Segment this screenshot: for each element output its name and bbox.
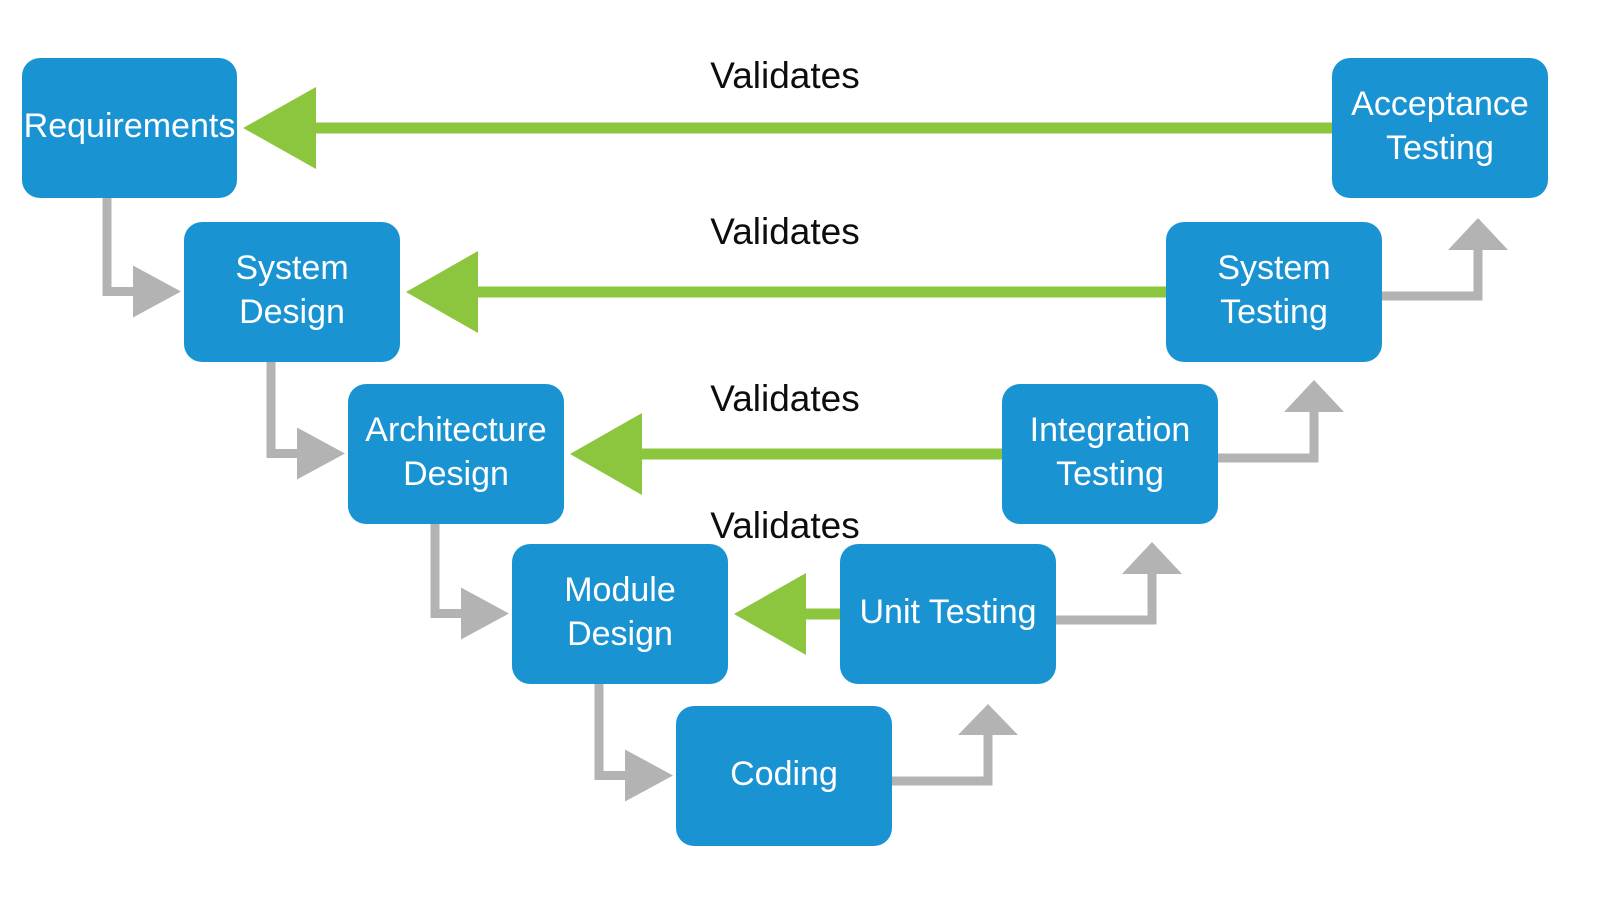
validates-label-validates-acceptance-requirements: Validates: [710, 55, 859, 96]
validates-acceptance-requirements-shaft: [316, 122, 1332, 134]
node-system-design[interactable]: System Design: [184, 222, 400, 362]
node-integration-testing[interactable]: Integration Testing: [1002, 384, 1218, 524]
ascend-unit-integration-vertical-segment: [1147, 574, 1157, 625]
node-label-integration-testing: Integration: [1030, 411, 1191, 449]
node-module-design[interactable]: Module Design: [512, 544, 728, 684]
ascend-unit-integration-horizontal-segment: [1056, 615, 1157, 625]
flow-requirements-system-design-horizontal-segment: [102, 287, 133, 296]
node-label-acceptance-testing: Acceptance: [1351, 85, 1529, 123]
validates-label-validates-unit-module: Validates: [710, 505, 859, 546]
flow-architecture-module-horizontal-segment: [430, 609, 461, 618]
node-label-system-testing: Testing: [1220, 293, 1328, 331]
ascend-integration-system-testing-horizontal-segment: [1218, 453, 1319, 463]
flow-system-design-architecture-horizontal-segment: [266, 449, 297, 458]
validates-unit-module-shaft: [806, 608, 840, 620]
node-label-coding: Coding: [730, 755, 838, 793]
flow-architecture-module-vertical-segment: [430, 524, 440, 618]
v-model-diagram-canvas: Requirements System Design Architecture Desi…: [0, 0, 1600, 901]
validates-label-validates-system-testing-system-design: Validates: [710, 211, 859, 252]
node-label-module-design: Module: [564, 571, 676, 609]
flow-requirements-system-design-vertical-segment: [102, 198, 112, 296]
validates-system-testing-system-design-shaft: [478, 286, 1166, 298]
flow-module-coding-vertical-segment: [594, 684, 604, 780]
ascend-system-testing-acceptance-horizontal-segment: [1382, 291, 1483, 301]
node-acceptance-testing[interactable]: Acceptance Testing: [1332, 58, 1548, 198]
node-coding[interactable]: Coding: [676, 706, 892, 846]
node-label-module-design: Design: [567, 615, 673, 653]
validates-label-validates-integration-architecture: Validates: [710, 378, 859, 419]
node-label-architecture-design: Design: [403, 455, 509, 493]
ascend-system-testing-acceptance-vertical-segment: [1473, 250, 1483, 301]
ascend-coding-unit-testing-vertical-segment: [983, 735, 993, 786]
node-architecture-design[interactable]: Architecture Design: [348, 384, 564, 524]
node-label-architecture-design: Architecture: [365, 411, 546, 449]
node-label-system-design: System: [235, 249, 348, 287]
ascend-coding-unit-testing-horizontal-segment: [892, 776, 993, 786]
node-label-system-testing: System: [1217, 249, 1330, 287]
node-label-requirements: Requirements: [24, 107, 236, 145]
node-label-system-design: Design: [239, 293, 345, 331]
flow-system-design-architecture-vertical-segment: [266, 362, 276, 458]
node-label-integration-testing: Testing: [1056, 455, 1164, 493]
validates-integration-architecture-shaft: [642, 448, 1002, 460]
node-label-acceptance-testing: Testing: [1386, 129, 1494, 167]
ascend-integration-system-testing-vertical-segment: [1309, 412, 1319, 463]
node-system-testing[interactable]: System Testing: [1166, 222, 1382, 362]
node-label-unit-testing: Unit Testing: [859, 593, 1036, 631]
node-unit-testing[interactable]: Unit Testing: [840, 544, 1056, 684]
node-requirements[interactable]: Requirements: [22, 58, 237, 198]
v-model-diagram-svg: Requirements System Design Architecture Desi…: [0, 0, 1600, 901]
flow-module-coding-horizontal-segment: [594, 771, 625, 780]
